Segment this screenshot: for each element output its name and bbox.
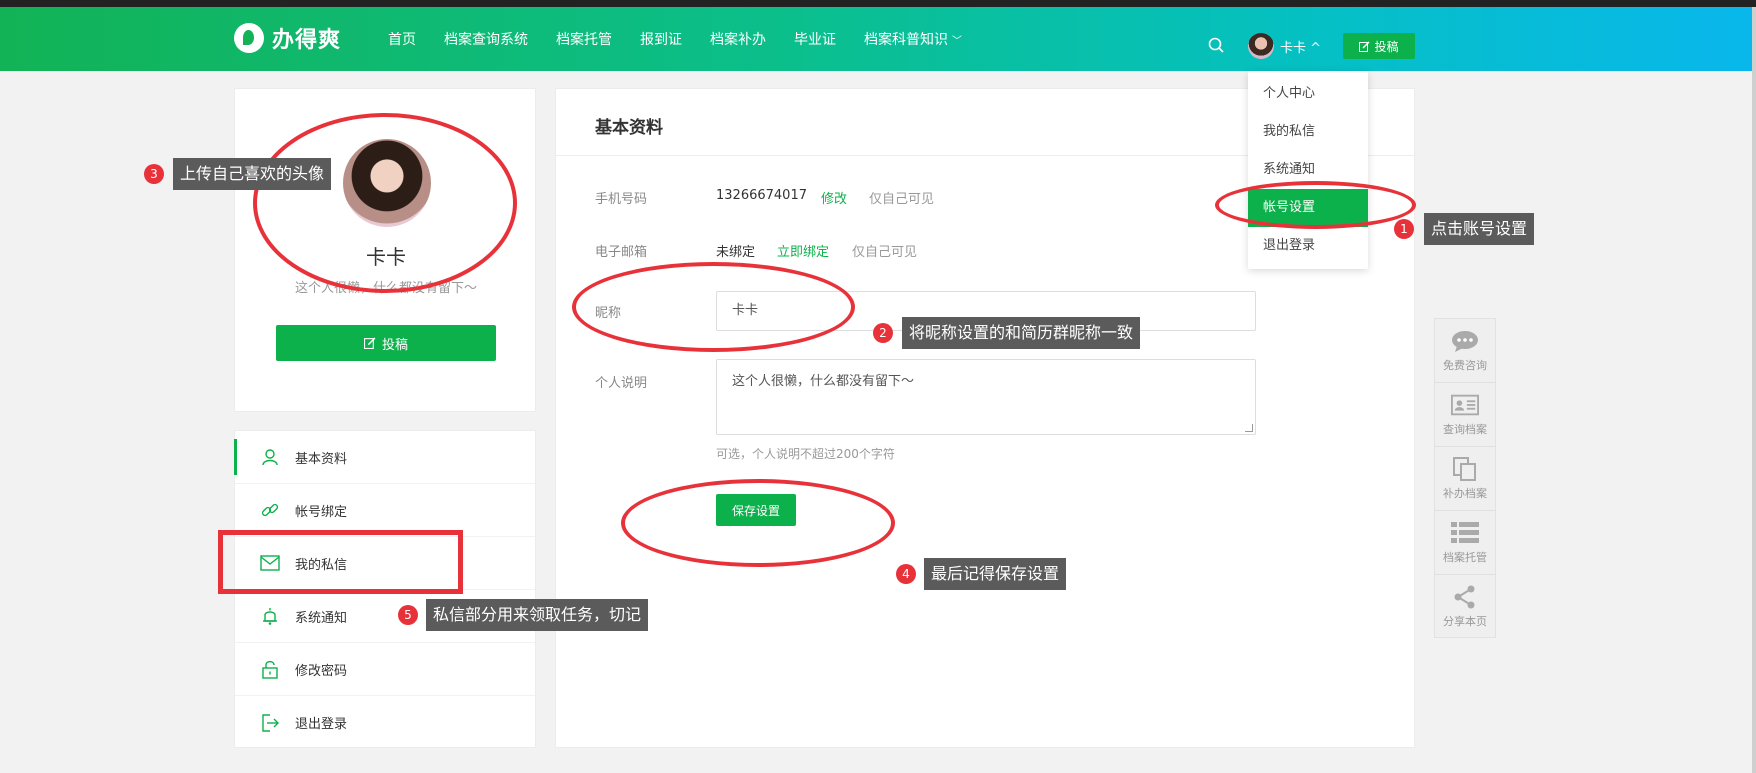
intro-hint: 可选，个人说明不超过200个字符 <box>716 447 895 461</box>
nav-item-archive-custody[interactable]: 档案托管 <box>556 29 612 49</box>
annotation-badge-3: 3 <box>144 164 164 184</box>
user-dropdown-menu: 个人中心 我的私信 系统通知 帐号设置 退出登录 <box>1248 71 1368 269</box>
annotation-tip-4: 最后记得保存设置 <box>924 558 1067 590</box>
float-query-archive[interactable]: 查询档案 <box>1435 383 1495 447</box>
annotation-badge-1: 1 <box>1394 219 1414 239</box>
site-logo[interactable]: 办得爽 <box>234 21 341 55</box>
post-button-label: 投稿 <box>1374 39 1399 54</box>
main-nav: 首页 档案查询系统 档案托管 报到证 档案补办 毕业证 档案科普知识 ﹀ <box>388 29 990 49</box>
email-value: 未绑定 <box>716 245 756 260</box>
intro-label: 个人说明 <box>595 376 648 391</box>
chevron-up-icon: ^ <box>1310 41 1322 56</box>
side-menu-basic-info[interactable]: 基本资料 <box>234 431 535 484</box>
share-icon <box>1451 585 1479 609</box>
annotation-avatar-ellipse <box>253 113 517 293</box>
user-icon <box>259 446 281 468</box>
float-archive-custody[interactable]: 档案托管 <box>1435 511 1495 575</box>
email-bind-link[interactable]: 立即绑定 <box>777 241 829 260</box>
nav-item-diploma[interactable]: 毕业证 <box>794 29 836 49</box>
annotation-tip-3: 上传自己喜欢的头像 <box>173 158 332 190</box>
resize-handle-icon[interactable] <box>1245 424 1253 432</box>
logo-mark-icon <box>234 23 264 53</box>
side-menu-logout[interactable]: 退出登录 <box>235 696 535 749</box>
page-title: 基本资料 <box>595 118 663 138</box>
search-icon[interactable] <box>1208 37 1224 53</box>
annotation-account-settings-ellipse <box>1215 181 1416 229</box>
bell-icon <box>259 605 281 627</box>
phone-value: 13266674017 <box>716 188 807 203</box>
float-label: 查询档案 <box>1443 422 1487 436</box>
edit-icon <box>363 337 376 349</box>
float-label: 免费咨询 <box>1443 358 1487 372</box>
user-name: 卡卡 <box>1280 41 1307 56</box>
side-menu-label: 基本资料 <box>295 451 348 467</box>
float-label: 分享本页 <box>1443 615 1487 628</box>
nav-item-archive-reissue[interactable]: 档案补办 <box>710 29 766 49</box>
window-top-strip <box>0 0 1756 7</box>
dropdown-item-logout[interactable]: 退出登录 <box>1248 227 1368 265</box>
float-reissue-archive[interactable]: 补办档案 <box>1435 447 1495 511</box>
side-menu-change-password[interactable]: 修改密码 <box>235 643 535 696</box>
annotation-messages-box <box>218 530 463 594</box>
phone-label: 手机号码 <box>595 192 648 207</box>
phone-edit-link[interactable]: 修改 <box>821 188 847 207</box>
logout-icon <box>259 712 281 734</box>
annotation-tip-5: 私信部分用来领取任务，切记 <box>426 599 649 631</box>
side-menu-label: 系统通知 <box>295 610 348 626</box>
side-menu-label: 帐号绑定 <box>295 504 348 520</box>
annotation-nickname-ellipse <box>572 262 855 352</box>
nav-item-archive-knowledge-label: 档案科普知识 <box>864 32 948 48</box>
annotation-badge-2: 2 <box>873 323 893 343</box>
float-free-consult[interactable]: 免费咨询 <box>1435 319 1495 383</box>
annotation-badge-4: 4 <box>896 564 916 584</box>
profile-post-label: 投稿 <box>381 337 408 353</box>
nav-item-archive-query[interactable]: 档案查询系统 <box>444 29 528 49</box>
copy-icon <box>1451 456 1479 481</box>
chevron-down-icon: ﹀ <box>952 36 962 47</box>
email-label: 电子邮箱 <box>595 245 648 260</box>
float-label: 补办档案 <box>1443 486 1487 500</box>
dropdown-item-personal-center[interactable]: 个人中心 <box>1248 75 1368 113</box>
profile-post-button[interactable]: 投稿 <box>276 325 496 361</box>
nav-item-registration-cert[interactable]: 报到证 <box>640 29 682 49</box>
dropdown-item-messages[interactable]: 我的私信 <box>1248 113 1368 151</box>
scrollbar-track[interactable] <box>1752 7 1756 773</box>
lock-icon <box>259 658 281 680</box>
id-card-icon <box>1451 393 1479 417</box>
chat-icon <box>1451 329 1479 353</box>
annotation-save-ellipse <box>621 479 895 567</box>
annotation-badge-5: 5 <box>398 605 418 625</box>
user-menu-toggle[interactable]: 卡卡 ^ <box>1280 37 1321 56</box>
email-visibility: 仅自己可见 <box>852 245 918 260</box>
float-label: 档案托管 <box>1443 550 1487 564</box>
link-icon <box>259 499 281 521</box>
side-menu-label: 修改密码 <box>295 663 348 679</box>
annotation-tip-1: 点击账号设置 <box>1424 213 1535 245</box>
phone-visibility: 仅自己可见 <box>869 192 935 207</box>
floating-toolbar: 免费咨询 查询档案 补办档案 档案托管 分享本页 <box>1434 318 1496 638</box>
list-icon <box>1451 521 1479 545</box>
site-header: 办得爽 首页 档案查询系统 档案托管 报到证 档案补办 毕业证 档案科普知识 ﹀ … <box>0 7 1756 71</box>
intro-text: 这个人很懒，什么都没有留下～ <box>732 374 915 389</box>
edit-icon <box>1359 41 1370 52</box>
logo-text: 办得爽 <box>272 28 342 53</box>
post-button[interactable]: 投稿 <box>1343 33 1415 59</box>
nav-item-archive-knowledge[interactable]: 档案科普知识 ﹀ <box>864 29 962 49</box>
annotation-tip-2: 将昵称设置的和简历群昵称一致 <box>902 317 1141 349</box>
user-avatar[interactable] <box>1248 33 1274 59</box>
float-share-page[interactable]: 分享本页 <box>1435 575 1495 639</box>
nav-item-home[interactable]: 首页 <box>388 29 416 49</box>
intro-textarea[interactable]: 这个人很懒，什么都没有留下～ <box>716 359 1256 435</box>
side-menu-label: 退出登录 <box>295 717 348 732</box>
